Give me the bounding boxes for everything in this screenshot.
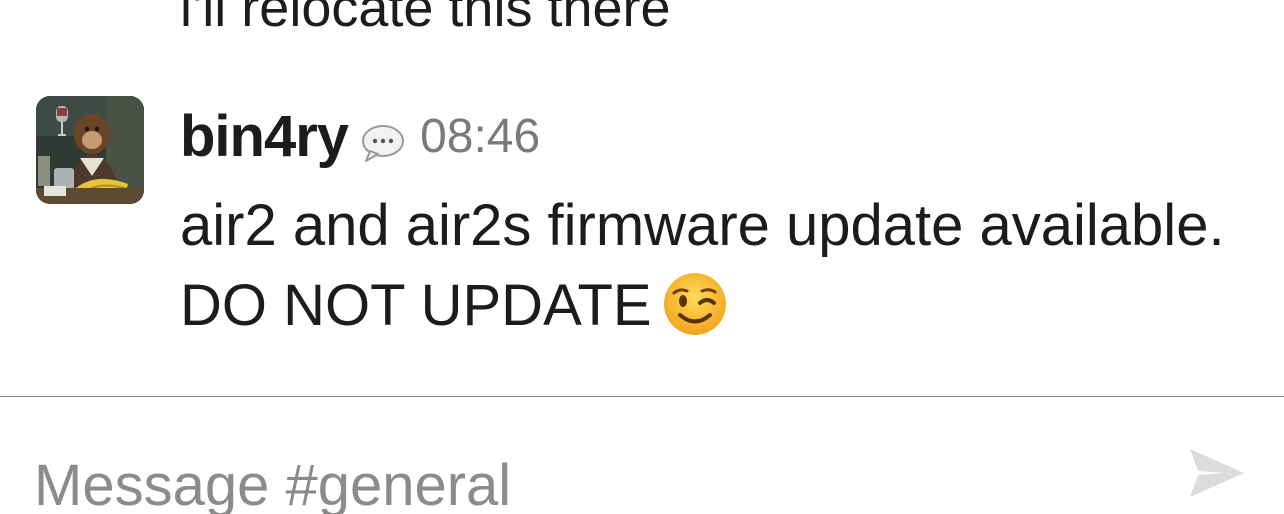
- message-timestamp[interactable]: 08:46: [420, 109, 540, 164]
- message-input[interactable]: [34, 445, 1134, 514]
- avatar-image: [36, 96, 144, 204]
- paper-plane-icon[interactable]: [1186, 445, 1248, 501]
- message-body: air2 and air2s firmware update available…: [180, 186, 1240, 346]
- author-name[interactable]: bin4ry: [180, 103, 349, 170]
- winking-face-emoji-icon: [663, 272, 726, 335]
- message-header: bin4ry 08:46: [180, 100, 540, 172]
- chat-screen: i'll relocate this there bin4ry 08:46 ai…: [0, 0, 1284, 514]
- avatar[interactable]: [36, 96, 144, 204]
- speech-bubble-icon: [362, 125, 405, 162]
- message-composer: [0, 397, 1284, 514]
- previous-message-text: i'll relocate this there: [180, 0, 671, 38]
